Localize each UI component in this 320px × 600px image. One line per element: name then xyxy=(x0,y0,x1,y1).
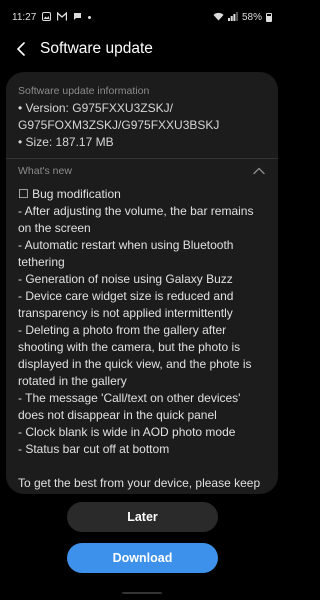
gmail-icon xyxy=(57,10,68,23)
chevron-up-icon[interactable] xyxy=(252,164,266,178)
page-title: Software update xyxy=(40,40,153,57)
later-button[interactable]: Later xyxy=(67,502,218,532)
size-line: • Size: 187.17 MB xyxy=(18,135,114,149)
nav-handle xyxy=(122,592,162,594)
wifi-icon xyxy=(213,12,224,23)
status-bar: 11:27 58% xyxy=(0,0,284,34)
version-line-2: G975FOXM3ZSKJ/G975FXXU3BSKJ xyxy=(18,118,220,132)
section-divider xyxy=(6,158,278,159)
battery-percent: 58% xyxy=(241,11,262,23)
download-button[interactable]: Download xyxy=(67,543,218,573)
back-button[interactable] xyxy=(4,34,38,64)
version-line-1: • Version: G975FXXU3ZSKJ/ xyxy=(18,101,173,115)
whats-new-header-row[interactable]: What's new xyxy=(18,162,266,180)
messages-icon xyxy=(73,12,82,23)
signal-icon xyxy=(227,11,238,23)
release-notes: ☐ Bug modification - After adjusting the… xyxy=(18,187,254,456)
whats-new-header: What's new xyxy=(18,165,72,177)
status-left: 11:27 xyxy=(12,10,92,23)
status-time: 11:27 xyxy=(12,11,37,23)
info-section-header: Software update information xyxy=(18,85,150,97)
notification-dot xyxy=(88,15,92,19)
app-bar: Software update xyxy=(0,34,284,64)
back-arrow-icon xyxy=(17,42,25,56)
status-right: 58% xyxy=(213,11,272,23)
gallery-icon xyxy=(42,11,52,23)
update-card[interactable]: Software update information • Version: G… xyxy=(6,72,278,494)
footer-text: To get the best from your device, please… xyxy=(18,476,261,490)
battery-icon xyxy=(266,12,272,22)
